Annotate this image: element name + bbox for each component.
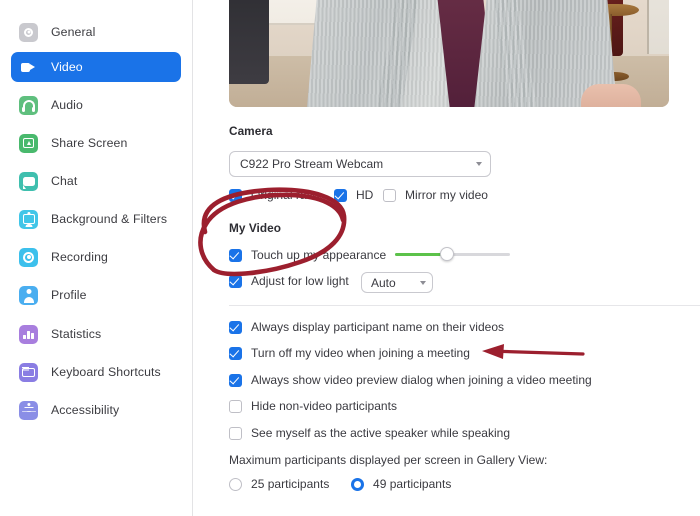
- sidebar-item-chat[interactable]: Chat: [11, 166, 181, 196]
- gear-icon: [19, 22, 38, 42]
- checkbox-label: Hide non-video participants: [251, 399, 397, 413]
- checkbox-hd[interactable]: HD: [334, 188, 373, 202]
- checkbox-box: [229, 248, 242, 262]
- slider-fill: [395, 252, 441, 256]
- checkbox-see-myself-as-active-speaker[interactable]: See myself as the active speaker while s…: [229, 426, 510, 440]
- checkbox-label: See myself as the active speaker while s…: [251, 426, 511, 440]
- checkbox-mirror-my-video[interactable]: Mirror my video: [383, 188, 488, 202]
- sidebar-item-label: Keyboard Shortcuts: [51, 365, 161, 379]
- checkbox-label: Always show video preview dialog when jo…: [251, 373, 592, 387]
- my-video-section-heading: My Video: [229, 221, 281, 235]
- slider-thumb[interactable]: [439, 247, 454, 261]
- record-circle-icon: [19, 247, 38, 267]
- sidebar-item-label: Audio: [51, 98, 83, 112]
- person-frame-icon: [19, 209, 38, 229]
- radio-circle: [351, 477, 364, 491]
- checkbox-box: [229, 373, 242, 387]
- sidebar-item-recording[interactable]: Recording: [11, 242, 181, 272]
- gallery-view-label: Maximum participants displayed per scree…: [229, 453, 548, 467]
- sidebar-item-general[interactable]: General: [11, 17, 181, 47]
- sidebar-item-audio[interactable]: Audio: [11, 90, 181, 120]
- keyboard-icon: [19, 362, 38, 382]
- sidebar-item-share-screen[interactable]: Share Screen: [11, 128, 181, 158]
- sidebar-item-video[interactable]: Video: [11, 52, 181, 82]
- checkbox-always-show-video-preview-dialog[interactable]: Always show video preview dialog when jo…: [229, 373, 592, 387]
- checkbox-label: Always display participant name on their…: [251, 320, 505, 334]
- radio-49-participants[interactable]: 49 participants: [351, 477, 451, 491]
- sidebar-item-label: Chat: [51, 174, 78, 188]
- checkbox-box: [229, 346, 242, 360]
- chat-bubble-icon: [19, 171, 38, 191]
- checkbox-label: Adjust for low light: [251, 274, 349, 288]
- sidebar-item-label: Share Screen: [51, 136, 128, 150]
- checkbox-box: [383, 188, 396, 202]
- checkbox-adjust-for-low-light[interactable]: Adjust for low light: [229, 274, 349, 288]
- checkbox-turn-off-my-video-when-joining[interactable]: Turn off my video when joining a meeting: [229, 346, 470, 360]
- accessibility-icon: [19, 400, 38, 420]
- camera-device-select[interactable]: C922 Pro Stream Webcam: [229, 151, 491, 177]
- sidebar-item-label: Profile: [51, 288, 87, 302]
- sidebar-item-background-filters[interactable]: Background & Filters: [11, 204, 181, 234]
- person-icon: [19, 285, 38, 305]
- video-self-preview: [229, 0, 669, 107]
- settings-sidebar: General Video Audio Share Screen Chat Backgro…: [0, 0, 193, 516]
- sidebar-item-label: General: [51, 25, 96, 39]
- checkbox-box: [229, 274, 242, 288]
- radio-circle: [229, 477, 242, 491]
- checkbox-label: Original ratio: [251, 188, 320, 202]
- checkbox-box: [229, 426, 242, 440]
- sidebar-item-label: Statistics: [51, 327, 102, 341]
- radio-label: 49 participants: [373, 477, 452, 491]
- zoom-settings-window: General Video Audio Share Screen Chat Backgro…: [0, 0, 700, 516]
- video-camera-icon: [19, 58, 38, 77]
- checkbox-hide-non-video-participants[interactable]: Hide non-video participants: [229, 399, 397, 413]
- bar-chart-icon: [19, 324, 38, 344]
- checkbox-box: [229, 320, 242, 334]
- low-light-mode-select[interactable]: Auto: [361, 272, 433, 293]
- sidebar-item-profile[interactable]: Profile: [11, 280, 181, 310]
- sidebar-item-label: Recording: [51, 250, 108, 264]
- checkbox-original-ratio[interactable]: Original ratio: [229, 188, 319, 202]
- checkbox-label: Mirror my video: [405, 188, 488, 202]
- low-light-mode-value: Auto: [371, 275, 396, 290]
- touch-up-intensity-slider[interactable]: [395, 247, 510, 261]
- checkbox-touch-up-my-appearance[interactable]: Touch up my appearance: [229, 248, 386, 262]
- checkbox-label: Turn off my video when joining a meeting: [251, 346, 470, 360]
- sidebar-item-label: Background & Filters: [51, 212, 168, 226]
- radio-label: 25 participants: [251, 477, 330, 491]
- video-settings-panel: Camera C922 Pro Stream Webcam Original r…: [193, 0, 700, 516]
- checkbox-box: [334, 188, 347, 202]
- sidebar-item-label: Accessibility: [51, 403, 120, 417]
- sidebar-item-accessibility[interactable]: Accessibility: [11, 395, 181, 425]
- checkbox-box: [229, 399, 242, 413]
- checkbox-box: [229, 188, 242, 202]
- chevron-down-icon: [420, 280, 426, 285]
- checkbox-label: HD: [356, 188, 374, 202]
- checkbox-label: Touch up my appearance: [251, 248, 387, 262]
- checkbox-always-display-participant-name[interactable]: Always display participant name on their…: [229, 320, 504, 334]
- section-divider: [229, 305, 700, 306]
- camera-device-value: C922 Pro Stream Webcam: [240, 157, 384, 171]
- share-screen-icon: [19, 133, 38, 153]
- chevron-down-icon: [476, 162, 482, 166]
- radio-25-participants[interactable]: 25 participants: [229, 477, 329, 491]
- sidebar-item-label: Video: [51, 60, 83, 74]
- camera-section-heading: Camera: [229, 124, 273, 138]
- headphones-icon: [19, 95, 38, 115]
- sidebar-item-statistics[interactable]: Statistics: [11, 319, 181, 349]
- sidebar-item-keyboard-shortcuts[interactable]: Keyboard Shortcuts: [11, 357, 181, 387]
